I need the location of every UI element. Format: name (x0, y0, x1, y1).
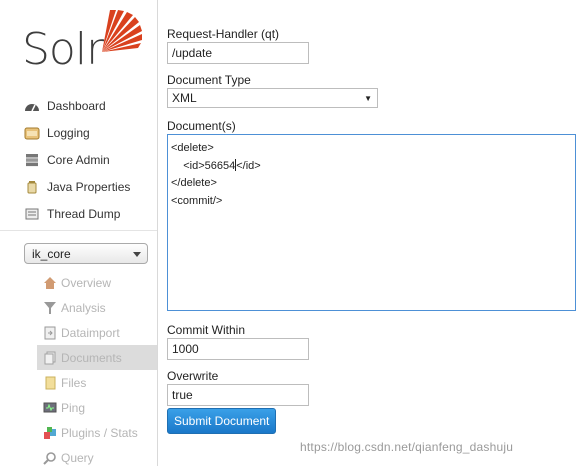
core-admin-icon (26, 153, 38, 166)
core-item-analysis[interactable]: Analysis (37, 295, 157, 320)
nav-divider (0, 230, 157, 231)
overwrite-label: Overwrite (167, 369, 219, 383)
core-item-plugins-stats[interactable]: Plugins / Stats (37, 420, 157, 445)
query-icon (43, 451, 56, 465)
core-item-label: Ping (61, 400, 86, 415)
core-item-label: Files (61, 375, 87, 390)
core-item-label: Overview (61, 275, 112, 290)
solr-sunburst-icon (102, 10, 142, 52)
request-handler-input[interactable]: /update (167, 42, 309, 64)
java-icon (27, 180, 37, 193)
documents-icon (44, 351, 56, 364)
dashboard-icon (25, 103, 39, 111)
documents-label: Document(s) (167, 119, 236, 133)
core-item-label: Query (61, 450, 94, 465)
submit-document-button[interactable]: Submit Document (167, 408, 277, 434)
filter-icon (44, 301, 56, 314)
chevron-down-icon (133, 252, 141, 257)
dataimport-icon (44, 326, 56, 339)
home-icon (44, 276, 56, 289)
core-item-documents[interactable]: Documents (37, 345, 157, 370)
core-selector[interactable]: ik_core (24, 243, 148, 264)
core-selector-value: ik_core (32, 247, 71, 261)
core-item-label: Documents (61, 350, 122, 365)
documents-textarea[interactable]: <delete> <id>56654</id> </delete> <commi… (167, 134, 576, 311)
core-item-files[interactable]: Files (37, 370, 157, 395)
nav-item-java-properties[interactable]: Java Properties (24, 173, 130, 200)
logo-text: Solr (22, 24, 104, 75)
sidebar-divider (157, 0, 158, 466)
logging-icon (24, 127, 40, 139)
nav-item-label: Thread Dump (47, 206, 121, 221)
core-item-ping[interactable]: Ping (37, 395, 157, 420)
documents-line: <id>56654 (171, 159, 236, 172)
plugins-icon (44, 426, 56, 439)
watermark-text: https://blog.csdn.net/qianfeng_dashuju (300, 440, 514, 454)
documents-line: <commit/> (171, 194, 223, 207)
files-icon (45, 376, 56, 389)
core-item-label: Dataimport (61, 325, 120, 340)
documents-line: </delete> (171, 177, 217, 189)
dropdown-arrow-icon: ▼ (364, 94, 372, 103)
document-type-value: XML (172, 91, 197, 105)
core-item-label: Analysis (61, 300, 106, 315)
nav-item-label: Logging (47, 125, 90, 140)
nav-item-logging[interactable]: Logging (24, 119, 130, 146)
nav-item-core-admin[interactable]: Core Admin (24, 146, 130, 173)
core-item-overview[interactable]: Overview (37, 270, 157, 295)
nav-item-label: Java Properties (47, 179, 131, 194)
documents-line: <delete> (171, 142, 214, 154)
document-type-label: Document Type (167, 73, 251, 87)
request-handler-label: Request-Handler (qt) (167, 27, 280, 41)
commit-within-input[interactable]: 1000 (167, 338, 309, 360)
documents-line: </id> (236, 159, 261, 172)
sidebar: Solr Dashboard Logging Core Admin Java P… (0, 0, 157, 466)
ping-icon (43, 402, 57, 412)
nav-item-thread-dump[interactable]: Thread Dump (24, 200, 130, 227)
core-item-query[interactable]: Query (37, 445, 157, 470)
main-nav: Dashboard Logging Core Admin Java Proper… (24, 92, 130, 227)
overwrite-input[interactable]: true (167, 384, 309, 406)
commit-within-label: Commit Within (167, 323, 246, 337)
nav-item-label: Dashboard (47, 98, 106, 113)
thread-dump-icon (25, 208, 39, 219)
core-item-label: Plugins / Stats (61, 425, 138, 440)
nav-item-dashboard[interactable]: Dashboard (24, 92, 130, 119)
nav-item-label: Core Admin (47, 152, 110, 167)
solr-logo[interactable]: Solr (22, 6, 142, 76)
core-menu: Overview Analysis Dataimport Documents F… (37, 270, 157, 470)
core-item-dataimport[interactable]: Dataimport (37, 320, 157, 345)
document-type-select[interactable]: XML ▼ (167, 88, 378, 108)
